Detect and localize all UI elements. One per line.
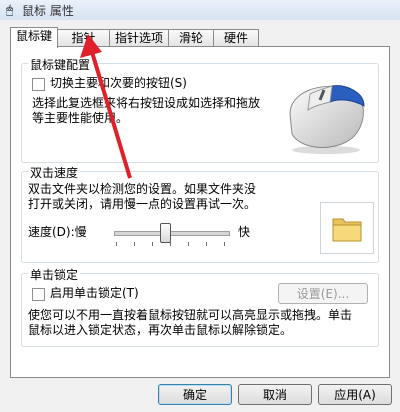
fast-label: 快 — [238, 225, 251, 239]
button-config-description-2: 等主要性能使用。 — [32, 111, 129, 125]
cancel-button[interactable]: 取消 — [238, 384, 312, 405]
tab-pointer-options[interactable]: 指针选项 — [109, 29, 169, 47]
button-config-title: 鼠标键配置 — [28, 56, 93, 73]
slider-tick — [188, 242, 189, 246]
double-click-description-1: 双击文件夹以检测您的设置。如果文件夹没 — [28, 182, 257, 196]
click-lock-description-1: 使您可以不用一直按着鼠标按钮就可以高亮显示或拖拽。单击 — [28, 308, 353, 322]
slider-tick — [224, 242, 225, 246]
test-folder-area[interactable] — [320, 202, 374, 254]
speed-slider-track[interactable] — [114, 231, 230, 236]
switch-buttons-label[interactable]: 切换主要和次要的按钮(S) — [50, 76, 187, 91]
tab-pointers[interactable]: 指针 — [57, 29, 110, 47]
slider-tick — [116, 242, 117, 246]
window-title: 鼠标 属性 — [22, 4, 74, 18]
click-lock-label[interactable]: 启用单击锁定(T) — [50, 286, 139, 301]
tab-wheel[interactable]: 滑轮 — [168, 29, 214, 47]
slider-tick — [206, 242, 207, 246]
folder-icon[interactable] — [331, 213, 363, 243]
mouse-icon: 🖱 — [6, 3, 14, 17]
click-lock-checkbox[interactable] — [32, 288, 45, 301]
mouse-illustration-icon — [289, 85, 365, 154]
click-lock-title: 单击锁定 — [28, 266, 81, 283]
switch-buttons-checkbox[interactable] — [32, 78, 45, 91]
slider-tick — [134, 242, 135, 246]
tab-hardware[interactable]: 硬件 — [213, 29, 259, 47]
button-config-description-1: 选择此复选框来将右按钮设成如选择和拖放 — [32, 96, 261, 110]
double-click-description-2: 打开或关闭，请用慢一点的设置再试一次。 — [28, 197, 257, 211]
double-click-title: 双击速度 — [28, 164, 81, 181]
button-config-group: 鼠标键配置 切换主要和次要的按钮(S) 选择此复选框来将右按钮设成如选择和拖放 … — [21, 56, 379, 163]
tab-panel: 鼠标键配置 切换主要和次要的按钮(S) 选择此复选框来将右按钮设成如选择和拖放 … — [10, 46, 390, 378]
click-lock-settings-button[interactable]: 设置(E)... — [278, 283, 368, 304]
title-bar[interactable]: 🖱 鼠标 属性 — [0, 0, 400, 20]
speed-slider-thumb[interactable] — [160, 223, 172, 243]
apply-button[interactable]: 应用(A) — [318, 384, 392, 405]
click-lock-description-2: 鼠标以进入锁定状态，再次单击鼠标以解除锁定。 — [28, 323, 293, 337]
slider-tick — [152, 242, 153, 246]
ok-button[interactable]: 确定 — [158, 384, 232, 405]
double-click-group: 双击速度 双击文件夹以检测您的设置。如果文件夹没 打开或关闭，请用慢一点的设置再… — [21, 164, 379, 263]
slider-tick — [170, 242, 171, 246]
tab-mouse-buttons[interactable]: 鼠标键 — [10, 27, 58, 48]
click-lock-group: 单击锁定 启用单击锁定(T) 设置(E)... 使您可以不用一直按着鼠标按钮就可… — [21, 266, 379, 347]
speed-label: 速度(D):慢 — [28, 225, 87, 239]
